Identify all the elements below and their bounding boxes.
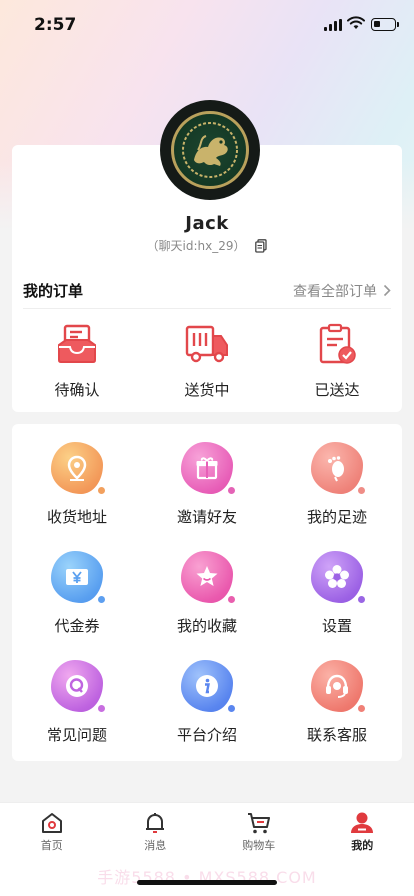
wifi-icon <box>347 16 365 29</box>
chat-id: （聊天id:hx_29） <box>146 239 246 253</box>
service-label: 常见问题 <box>46 726 107 744</box>
order-status-row: 待确认 送货中 已送达 <box>12 321 402 400</box>
battery-icon <box>371 18 399 31</box>
tab-cart[interactable]: 购物车 <box>207 803 311 853</box>
order-pending-confirmation[interactable]: 待确认 <box>12 321 142 400</box>
service-label: 设置 <box>321 617 352 635</box>
tab-home[interactable]: 首页 <box>0 803 104 853</box>
service-label: 邀请好友 <box>176 508 237 526</box>
home-indicator <box>137 880 277 885</box>
copy-icon[interactable] <box>255 238 268 253</box>
service-label: 收货地址 <box>46 508 107 526</box>
view-all-orders-label: 查看全部订单 <box>293 283 377 300</box>
tab-messages-label: 消息 <box>144 839 167 852</box>
service-my-footprints[interactable]: 我的足迹 <box>272 440 402 527</box>
view-all-orders-link[interactable]: 查看全部订单 <box>293 281 391 301</box>
yen-coupon-icon <box>47 549 107 607</box>
service-label: 我的足迹 <box>306 508 367 526</box>
order-in-delivery[interactable]: 送货中 <box>142 321 272 400</box>
clipboard-check-icon <box>319 323 356 364</box>
service-settings[interactable]: 设置 <box>272 549 402 636</box>
service-label: 我的收藏 <box>176 617 237 635</box>
service-label: 联系客服 <box>306 726 367 744</box>
location-pin-icon <box>47 440 107 498</box>
settings-flower-icon <box>307 549 367 607</box>
delivery-truck-icon <box>185 325 228 363</box>
headset-icon <box>307 658 367 716</box>
service-platform-intro[interactable]: 平台介绍 <box>142 658 272 745</box>
status-time: 2:57 <box>34 15 77 35</box>
orders-header: 我的订单 查看全部订单 <box>23 273 391 309</box>
info-icon <box>177 658 237 716</box>
tab-profile-label: 我的 <box>351 839 374 852</box>
tab-home-label: 首页 <box>40 839 63 852</box>
tab-cart-label: 购物车 <box>242 839 276 852</box>
service-shipping-address[interactable]: 收货地址 <box>12 440 142 527</box>
order-delivering-label: 送货中 <box>184 381 230 399</box>
order-delivered-label: 已送达 <box>314 381 360 399</box>
gift-icon <box>177 440 237 498</box>
order-delivered[interactable]: 已送达 <box>272 321 402 400</box>
home-icon <box>41 813 62 833</box>
dragon-emblem-icon <box>171 111 249 189</box>
service-vouchers[interactable]: 代金券 <box>12 549 142 636</box>
chevron-right-icon <box>383 284 391 297</box>
tab-messages[interactable]: 消息 <box>104 803 208 853</box>
status-bar: 2:57 <box>0 0 414 50</box>
question-icon <box>47 658 107 716</box>
service-label: 平台介绍 <box>176 726 237 744</box>
service-invite-friends[interactable]: 邀请好友 <box>142 440 272 527</box>
footprint-icon <box>307 440 367 498</box>
order-pending-label: 待确认 <box>54 381 100 399</box>
chat-id-row: （聊天id:hx_29） <box>12 237 402 254</box>
star-icon <box>177 549 237 607</box>
service-faq[interactable]: 常见问题 <box>12 658 142 745</box>
service-my-favorites[interactable]: 我的收藏 <box>142 549 272 636</box>
services-grid-card: 收货地址 邀请好友 我的足迹 代金券 我的收藏 设置 常见问题 平台介绍 联系客… <box>12 424 402 761</box>
service-label: 代金券 <box>54 617 100 635</box>
tab-profile[interactable]: 我的 <box>311 803 414 853</box>
inbox-icon <box>58 324 96 363</box>
cart-icon <box>247 813 270 834</box>
profile-icon <box>351 812 374 833</box>
user-avatar[interactable] <box>160 100 260 200</box>
orders-title: 我的订单 <box>23 282 84 300</box>
username: Jack <box>185 213 229 234</box>
cellular-signal-icon <box>324 19 342 31</box>
service-customer-support[interactable]: 联系客服 <box>272 658 402 745</box>
bell-icon <box>146 813 165 833</box>
